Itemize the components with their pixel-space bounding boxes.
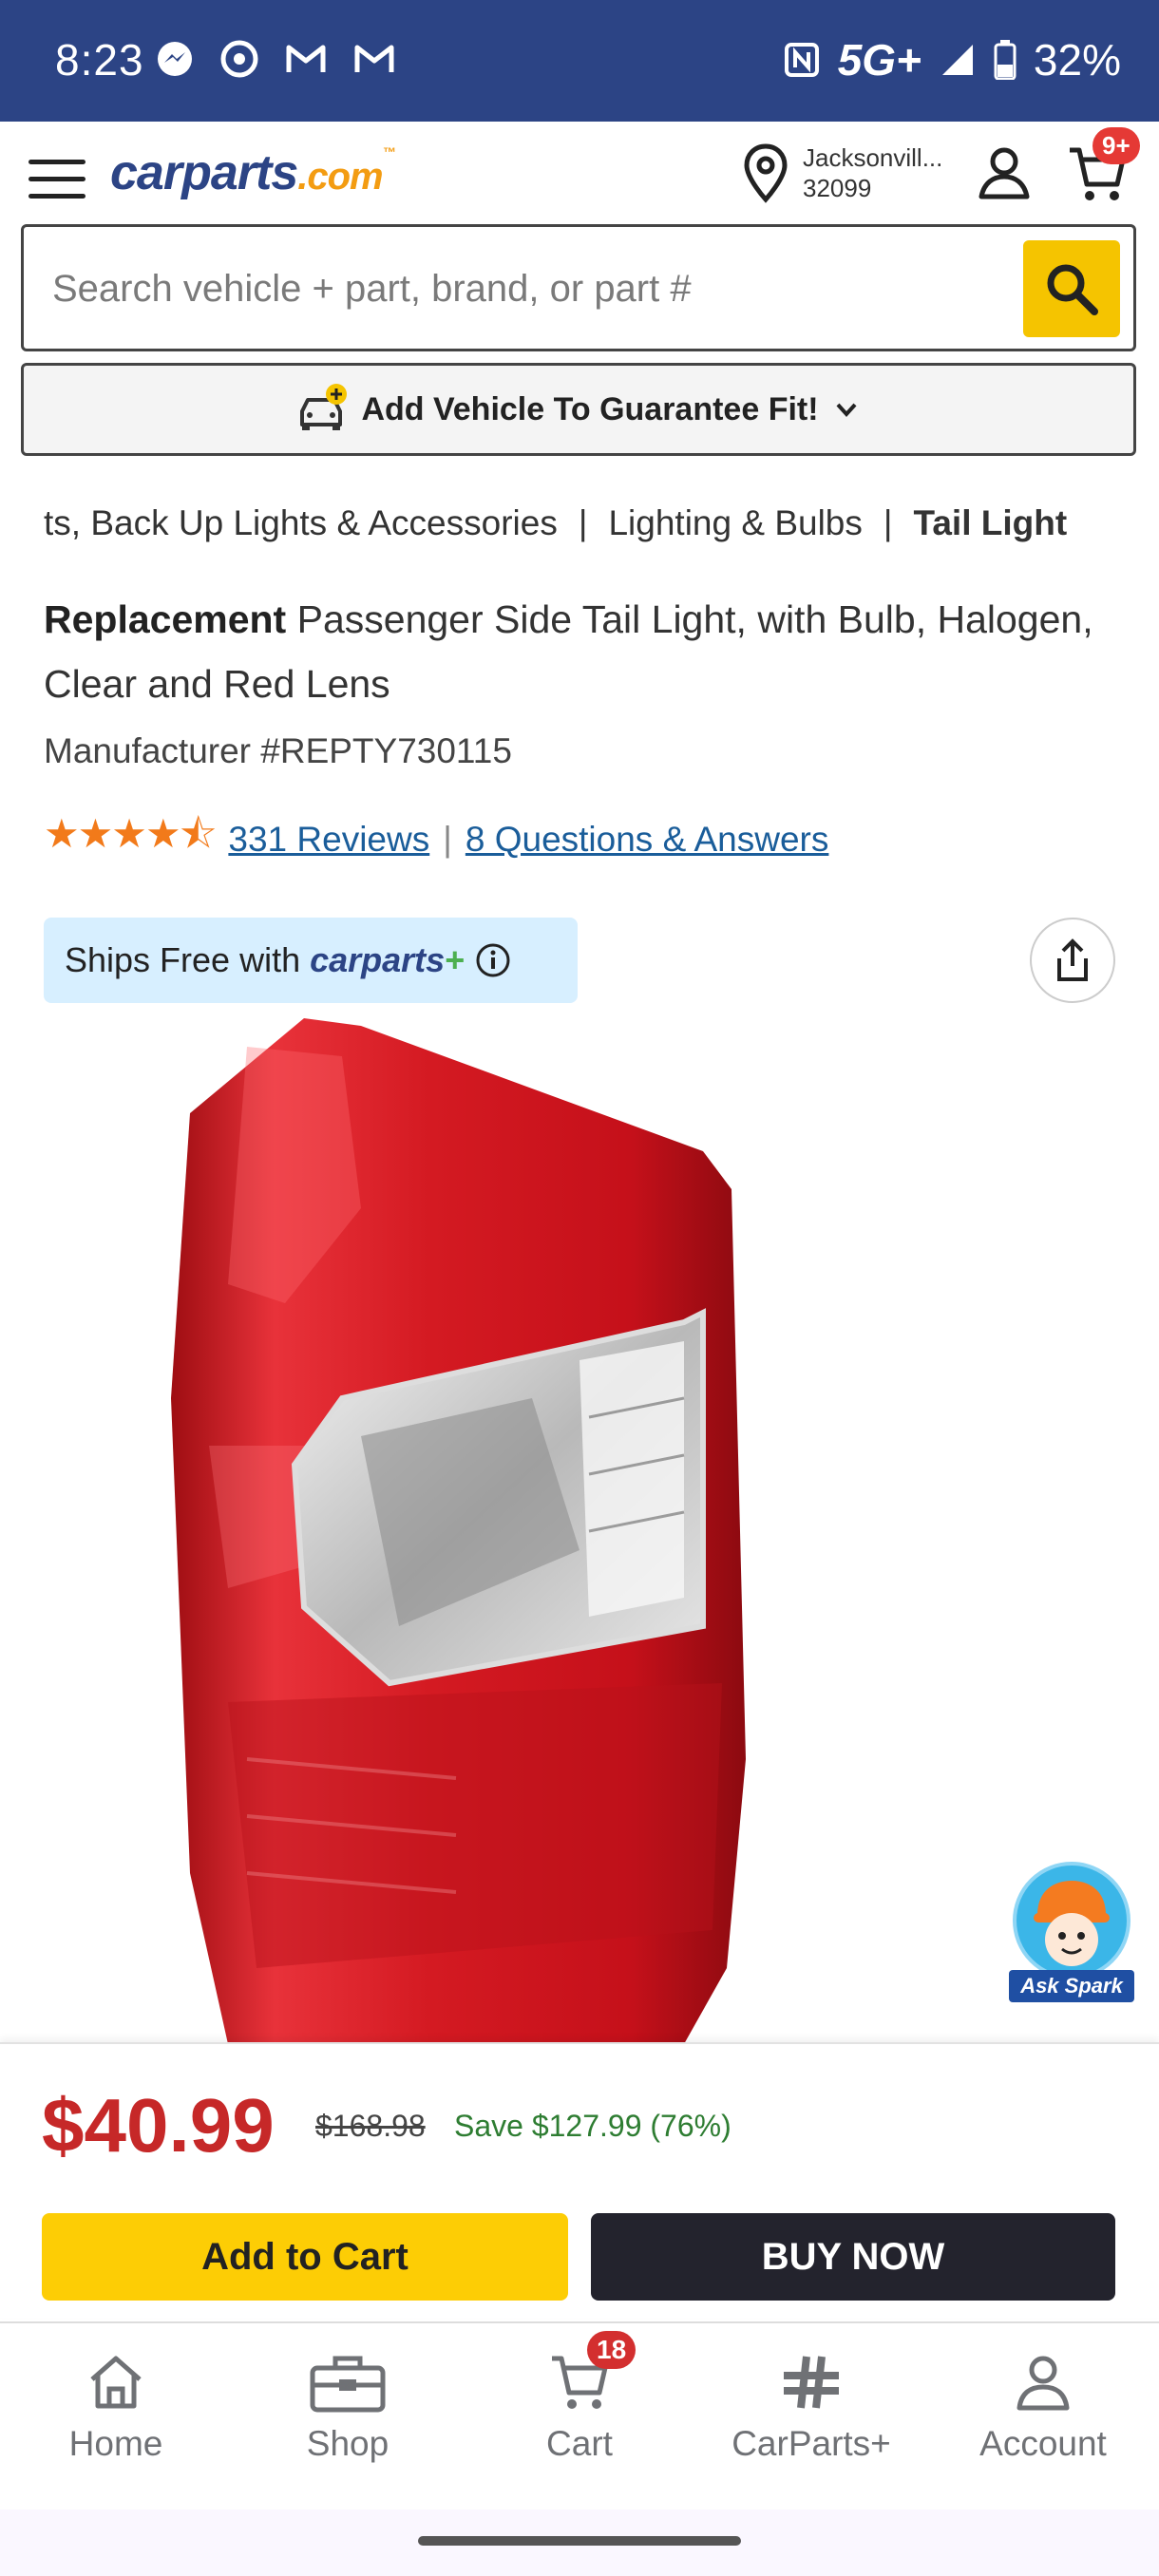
status-time: 8:23 xyxy=(55,35,144,85)
buy-now-button[interactable]: BUY NOW xyxy=(591,2213,1115,2301)
nav-account[interactable]: Account xyxy=(927,2323,1159,2510)
reviews-link[interactable]: 331 Reviews xyxy=(228,820,429,860)
logo-text: carparts xyxy=(110,145,298,200)
ships-free-text: Ships Free with xyxy=(65,940,301,979)
nav-shop[interactable]: Shop xyxy=(232,2323,464,2510)
info-icon[interactable] xyxy=(474,941,512,979)
bottom-navigation: Home Shop Cart 18 CarParts+ Account xyxy=(0,2321,1159,2510)
original-price: $168.98 xyxy=(315,2109,426,2143)
breadcrumb-current: Tail Light xyxy=(913,503,1068,542)
network-type: 5G+ xyxy=(837,35,922,85)
ships-free-banner[interactable]: Ships Free with carparts+ xyxy=(44,918,578,1003)
add-to-cart-button[interactable]: Add to Cart xyxy=(42,2213,568,2301)
battery-icon xyxy=(994,40,1016,80)
logo-suffix: .com xyxy=(297,156,383,198)
home-icon xyxy=(90,2356,142,2409)
nav-home[interactable]: Home xyxy=(0,2323,232,2510)
product-brand[interactable]: Replacement xyxy=(44,597,286,641)
car-add-icon xyxy=(300,384,348,430)
qa-link[interactable]: 8 Questions & Answers xyxy=(466,820,829,860)
cart-count-badge: 18 xyxy=(587,2331,636,2369)
nav-carparts-plus[interactable]: CarParts+ xyxy=(695,2323,927,2510)
savings-text: Save $127.99 (76%) xyxy=(454,2109,732,2143)
breadcrumb: ts, Back Up Lights & Accessories | Lightin… xyxy=(44,503,1159,543)
nfc-icon xyxy=(784,43,819,77)
toolbox-icon xyxy=(310,2356,386,2413)
location-pin-icon[interactable] xyxy=(741,142,790,203)
gmail-icon xyxy=(354,45,394,72)
location-selector[interactable]: Jacksonvill... 32099 xyxy=(803,142,942,203)
share-button[interactable] xyxy=(1030,918,1115,1003)
chrome-icon xyxy=(220,40,258,78)
search-input[interactable] xyxy=(52,256,1002,322)
manufacturer-number: Manufacturer #REPTY730115 xyxy=(44,731,512,770)
add-vehicle-button[interactable]: Add Vehicle To Guarantee Fit! xyxy=(21,363,1136,456)
cart-count-badge: 9+ xyxy=(1092,127,1140,164)
plus-icon: + xyxy=(445,940,466,979)
location-city: Jacksonvill... xyxy=(803,143,943,172)
divider: | xyxy=(443,819,452,859)
messenger-icon xyxy=(158,42,192,76)
current-price: $40.99 xyxy=(42,2083,275,2168)
nav-account-label: Account xyxy=(979,2424,1107,2463)
ask-spark-button[interactable]: Ask Spark xyxy=(1009,1862,1134,2002)
status-bar: 8:23 5G+ 32% xyxy=(0,0,1159,122)
breadcrumb-item[interactable]: Lighting & Bulbs xyxy=(608,503,862,542)
location-zip: 32099 xyxy=(803,174,872,202)
signal-icon xyxy=(941,45,973,75)
ratings-row: ★★★★⯪ 331 Reviews | 8 Questions & Answer… xyxy=(44,805,828,873)
product-title: Replacement Passenger Side Tail Light, w… xyxy=(44,587,1108,716)
nav-carparts-plus-label: CarParts+ xyxy=(732,2424,891,2463)
search-bar xyxy=(21,224,1136,351)
carparts-plus-icon xyxy=(784,2356,839,2409)
account-icon[interactable] xyxy=(977,144,1032,199)
account-icon xyxy=(1016,2356,1070,2411)
carparts-plus-brand: carparts xyxy=(310,940,446,979)
nav-shop-label: Shop xyxy=(306,2424,390,2463)
search-button[interactable] xyxy=(1023,240,1120,337)
menu-icon[interactable] xyxy=(28,160,86,201)
nav-cart[interactable]: Cart 18 xyxy=(464,2323,695,2510)
home-indicator[interactable] xyxy=(418,2536,741,2546)
notification-icons xyxy=(156,40,395,78)
add-vehicle-label: Add Vehicle To Guarantee Fit! xyxy=(361,390,819,427)
breadcrumb-item[interactable]: ts, Back Up Lights & Accessories xyxy=(44,503,558,542)
search-icon xyxy=(1047,264,1098,315)
ask-spark-label: Ask Spark xyxy=(1009,1970,1134,2002)
share-icon xyxy=(1057,938,1088,981)
nav-home-label: Home xyxy=(68,2424,163,2463)
nav-cart-label: Cart xyxy=(546,2424,613,2463)
product-image[interactable] xyxy=(171,1018,912,2044)
breadcrumb-separator: | xyxy=(883,503,893,542)
breadcrumb-separator: | xyxy=(578,503,588,542)
gesture-bar xyxy=(0,2510,1159,2576)
gmail-icon xyxy=(286,45,326,72)
site-logo[interactable]: carparts.com™ xyxy=(110,144,396,201)
spark-mascot-icon xyxy=(1013,1862,1130,1979)
star-rating: ★★★★⯪ xyxy=(44,811,217,856)
purchase-panel: $40.99 $168.98 Save $127.99 (76%) Add to… xyxy=(0,2042,1159,2318)
system-status: 5G+ 32% xyxy=(783,34,1121,85)
chevron-down-icon xyxy=(836,403,857,417)
battery-percent: 32% xyxy=(1033,35,1121,85)
